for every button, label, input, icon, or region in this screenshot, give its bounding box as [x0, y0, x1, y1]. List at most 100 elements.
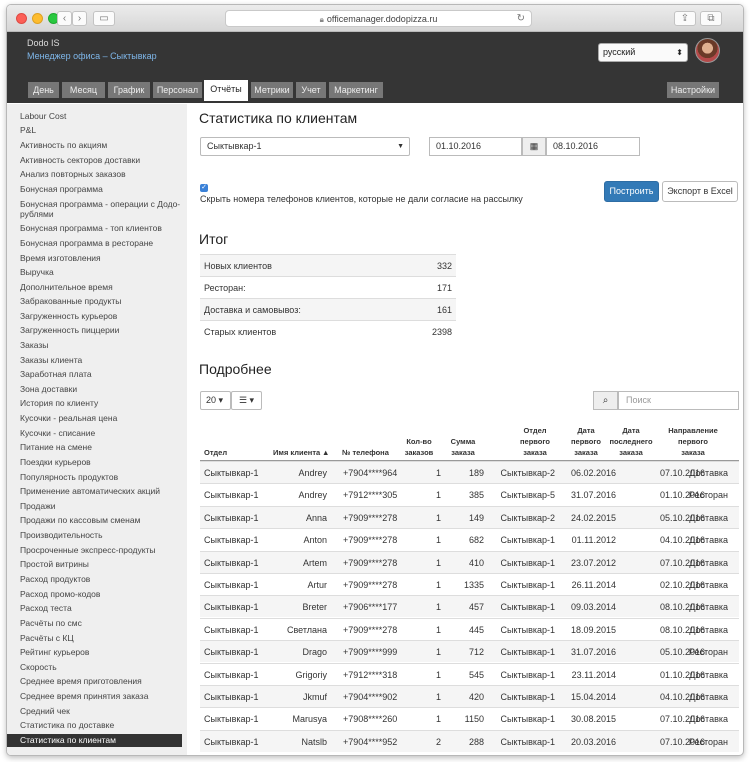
close-window-icon[interactable]	[16, 13, 27, 24]
table-row[interactable]: Сыктывкар-1 Artem +7909****278 1 410 Сыктывка…	[200, 550, 739, 573]
sidebar-item[interactable]: Рейтинг курьеров	[7, 646, 182, 659]
sort-ascending-icon[interactable]: ▲	[322, 448, 329, 457]
table-cell: Сыктывкар-1	[204, 736, 259, 747]
hide-phones-checkbox[interactable]: ✓	[200, 184, 208, 192]
settings-button[interactable]: Настройки	[667, 82, 719, 98]
table-row[interactable]: Сыктывкар-1 Светлана +7909****278 1 445 Сыкты…	[200, 617, 739, 640]
table-row[interactable]: Сыктывкар-1 Anton +7909****278 1 682 Сыктывка…	[200, 528, 739, 550]
sidebar-item[interactable]: Поездки курьеров	[7, 456, 182, 469]
sidebar-item[interactable]: История по клиенту	[7, 397, 182, 410]
search-button[interactable]: ⌕	[593, 391, 618, 410]
minimize-window-icon[interactable]	[32, 13, 43, 24]
forward-button[interactable]: ›	[72, 11, 87, 26]
sidebar-item[interactable]: Простой витрины	[7, 558, 182, 571]
language-select[interactable]: русский ⬍	[598, 43, 688, 62]
sidebar-item[interactable]: Загруженность пиццерии	[7, 324, 182, 337]
tab-staff[interactable]: Персонал	[153, 82, 202, 98]
sidebar-item[interactable]: Кусочки - реальная цена	[7, 412, 182, 425]
reload-icon[interactable]: ↻	[517, 11, 525, 27]
tab-accounting[interactable]: Учет	[296, 82, 326, 98]
table-row[interactable]: Сыктывкар-1 Andrey +7912****305 1 385 Сыктывк…	[200, 483, 739, 505]
table-cell: Светлана	[286, 624, 327, 635]
sidebar-item[interactable]: Расчёты с КЦ	[7, 632, 182, 645]
sidebar-item[interactable]: Статистика по доставке	[7, 719, 182, 732]
sidebar-item[interactable]: рублями	[7, 208, 182, 221]
table-row[interactable]: Сыктывкар-1 Drago +7909****999 1 712 Сыктывка…	[200, 640, 739, 663]
columns-button[interactable]: ☰ ▾	[231, 391, 262, 410]
table-row[interactable]: Сыктывкар-1 Grigoriy +7912****318 1 545 Сыкты…	[200, 662, 739, 685]
sidebar-item[interactable]: P&L	[7, 124, 182, 137]
sidebar-item[interactable]: Выручка	[7, 266, 182, 279]
sidebar-item[interactable]: Бонусная программа в ресторане	[7, 237, 182, 250]
browser-window: ‹ › ▭ 🔒︎ officemanager.dodopizza.ru ↻ ⇪ ⧉…	[6, 4, 744, 756]
column-header[interactable]: Имя клиента	[273, 448, 320, 457]
tabs-button[interactable]: ⧉	[700, 11, 722, 26]
back-button[interactable]: ‹	[57, 11, 72, 26]
table-row[interactable]: Сыктывкар-1 Andrey +7904****964 1 189 Сыктывк…	[200, 461, 739, 483]
table-cell: 1	[435, 647, 441, 658]
sidebar-item[interactable]: Среднее время принятия заказа	[7, 690, 182, 703]
sidebar-item[interactable]: Питание на смене	[7, 441, 182, 454]
sidebar-item[interactable]: Дополнительное время	[7, 281, 182, 294]
calendar-button[interactable]: ▦	[522, 137, 546, 156]
sidebar-item[interactable]: Расход теста	[7, 602, 182, 615]
table-cell: +7909****278	[343, 512, 398, 523]
table-row[interactable]: Сыктывкар-1 Jkmuf +7904****902 1 420 Сыктывка…	[200, 685, 739, 707]
avatar[interactable]	[695, 38, 720, 63]
tab-marketing[interactable]: Маркетинг	[329, 82, 383, 98]
table-cell: 23.07.2012	[570, 557, 616, 568]
sidebar-item[interactable]: Продажи	[7, 500, 182, 513]
sidebar-item[interactable]: Расход продуктов	[7, 573, 182, 586]
sidebar-item[interactable]: Заказы	[7, 339, 182, 352]
unit-select[interactable]: Сыктывкар-1 ▼	[200, 137, 410, 156]
table-cell: Доставка	[689, 714, 728, 725]
sidebar-item[interactable]: Бонусная программа - топ клиентов	[7, 222, 182, 235]
table-row[interactable]: Сыктывкар-1 Breter +7906****177 1 457 Сыктывк…	[200, 595, 739, 618]
date-from-input[interactable]: 01.10.2016	[429, 137, 522, 156]
table-cell: Сыктывкар-2	[500, 468, 555, 478]
tab-schedule[interactable]: График	[108, 82, 150, 98]
sidebar-item[interactable]: Активность по акциям	[7, 139, 182, 152]
sidebar-item[interactable]: Анализ повторных заказов	[7, 168, 182, 181]
address-bar[interactable]: 🔒︎ officemanager.dodopizza.ru ↻	[225, 10, 532, 27]
table-cell: Доставка	[689, 535, 728, 546]
tab-month[interactable]: Месяц	[62, 82, 105, 98]
sidebar-item[interactable]: Продажи по кассовым сменам	[7, 514, 182, 527]
sidebar-item[interactable]: Расход промо-кодов	[7, 588, 182, 601]
sidebar-item[interactable]: Время изготовления	[7, 252, 182, 265]
sidebar-item[interactable]: Загруженность курьеров	[7, 310, 182, 323]
tab-day[interactable]: День	[28, 82, 59, 98]
sidebar-item[interactable]: Просроченные экспресс-продукты	[7, 544, 182, 557]
sidebar-item[interactable]: Заказы клиента	[7, 354, 182, 367]
export-excel-button[interactable]: Экспорт в Excel	[662, 181, 738, 202]
sidebar-item[interactable]: Заработная плата	[7, 368, 182, 381]
office-link[interactable]: Менеджер офиса – Сыктывкар	[27, 51, 157, 61]
sidebar-item[interactable]: Среднее время приготовления	[7, 675, 182, 688]
search-input[interactable]: Поиск	[618, 391, 739, 410]
sidebar-item[interactable]: Кусочки - списание	[7, 427, 182, 440]
tab-reports[interactable]: Отчёты	[204, 80, 248, 101]
sidebar-item[interactable]: Производительность	[7, 529, 182, 542]
sidebar-item[interactable]: Популярность продуктов	[7, 471, 182, 484]
date-to-input[interactable]: 08.10.2016	[546, 137, 640, 156]
table-cell: 189	[468, 468, 484, 478]
sidebar-item[interactable]: Бонусная программа	[7, 183, 182, 196]
sidebar-item[interactable]: Забракованные продукты	[7, 295, 182, 308]
share-button[interactable]: ⇪	[674, 11, 696, 26]
table-row[interactable]: Сыктывкар-1 Natslb +7904****952 2 288 Сыктывк…	[200, 729, 739, 752]
tab-metrics[interactable]: Метрики	[251, 82, 293, 98]
page-size-select[interactable]: 20 ▾	[200, 391, 231, 410]
table-row[interactable]: Сыктывкар-1 Marusya +7908****260 1 1150 Сыкты…	[200, 707, 739, 729]
sidebar-item[interactable]: Скорость	[7, 661, 182, 674]
sidebar-item[interactable]: Средний чек	[7, 705, 182, 718]
sidebar-toggle-button[interactable]: ▭	[93, 11, 115, 26]
sidebar-item[interactable]: Расчёты по смс	[7, 617, 182, 630]
sidebar-item[interactable]: Labour Cost	[7, 110, 182, 123]
sidebar-item[interactable]: Активность секторов доставки	[7, 154, 182, 167]
table-row[interactable]: Сыктывкар-1 Anna +7909****278 1 149 Сыктывкар…	[200, 505, 739, 528]
sidebar-item[interactable]: Применение автоматических акций	[7, 485, 182, 498]
sidebar-item[interactable]: Статистика по клиентам	[7, 734, 182, 747]
build-button[interactable]: Построить	[604, 181, 659, 202]
table-row[interactable]: Сыктывкар-1 Artur +7909****278 1 1335 Сыктывк…	[200, 573, 739, 595]
sidebar-item[interactable]: Зона доставки	[7, 383, 182, 396]
